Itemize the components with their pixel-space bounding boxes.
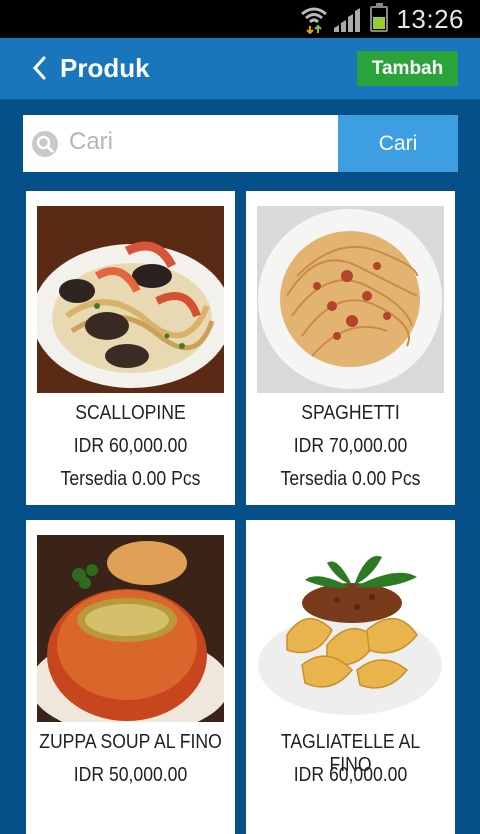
product-card-tagliatelle[interactable]: TAGLIATELLE AL FINO IDR 60,000.00 (246, 520, 455, 834)
product-image (37, 535, 224, 722)
search-bar: Cari (23, 115, 458, 172)
product-price: IDR 50,000.00 (73, 764, 188, 786)
product-price: IDR 60,000.00 (293, 764, 408, 786)
product-name: ZUPPA SOUP AL FINO (39, 731, 222, 753)
status-time: 13:26 (396, 4, 464, 34)
status-bar: 13:26 (0, 0, 480, 38)
product-image (257, 206, 444, 393)
add-button[interactable]: Tambah (357, 51, 458, 86)
product-stock: Tersedia 0.00 Pcs (60, 468, 201, 490)
product-stock: Tersedia 0.00 Pcs (280, 468, 421, 490)
product-price: IDR 60,000.00 (73, 435, 188, 457)
battery-icon (370, 3, 388, 32)
wifi-icon (301, 7, 327, 34)
search-field[interactable] (23, 115, 338, 172)
product-price: IDR 70,000.00 (293, 435, 408, 457)
search-input[interactable] (67, 123, 336, 161)
search-icon (32, 131, 58, 157)
back-chevron-icon[interactable] (30, 54, 48, 82)
product-image (37, 206, 224, 393)
product-image (257, 535, 444, 722)
app-bar: Produk Tambah (0, 38, 480, 99)
search-button[interactable]: Cari (338, 115, 458, 172)
product-card-zuppa-soup[interactable]: ZUPPA SOUP AL FINO IDR 50,000.00 (26, 520, 235, 834)
signal-icon (334, 8, 360, 32)
product-card-spaghetti[interactable]: SPAGHETTI IDR 70,000.00 Tersedia 0.00 Pc… (246, 191, 455, 505)
product-name: SCALLOPINE (75, 402, 186, 424)
product-name: SPAGHETTI (301, 402, 400, 424)
product-card-scallopine[interactable]: SCALLOPINE IDR 60,000.00 Tersedia 0.00 P… (26, 191, 235, 505)
page-title: Produk (60, 53, 150, 83)
